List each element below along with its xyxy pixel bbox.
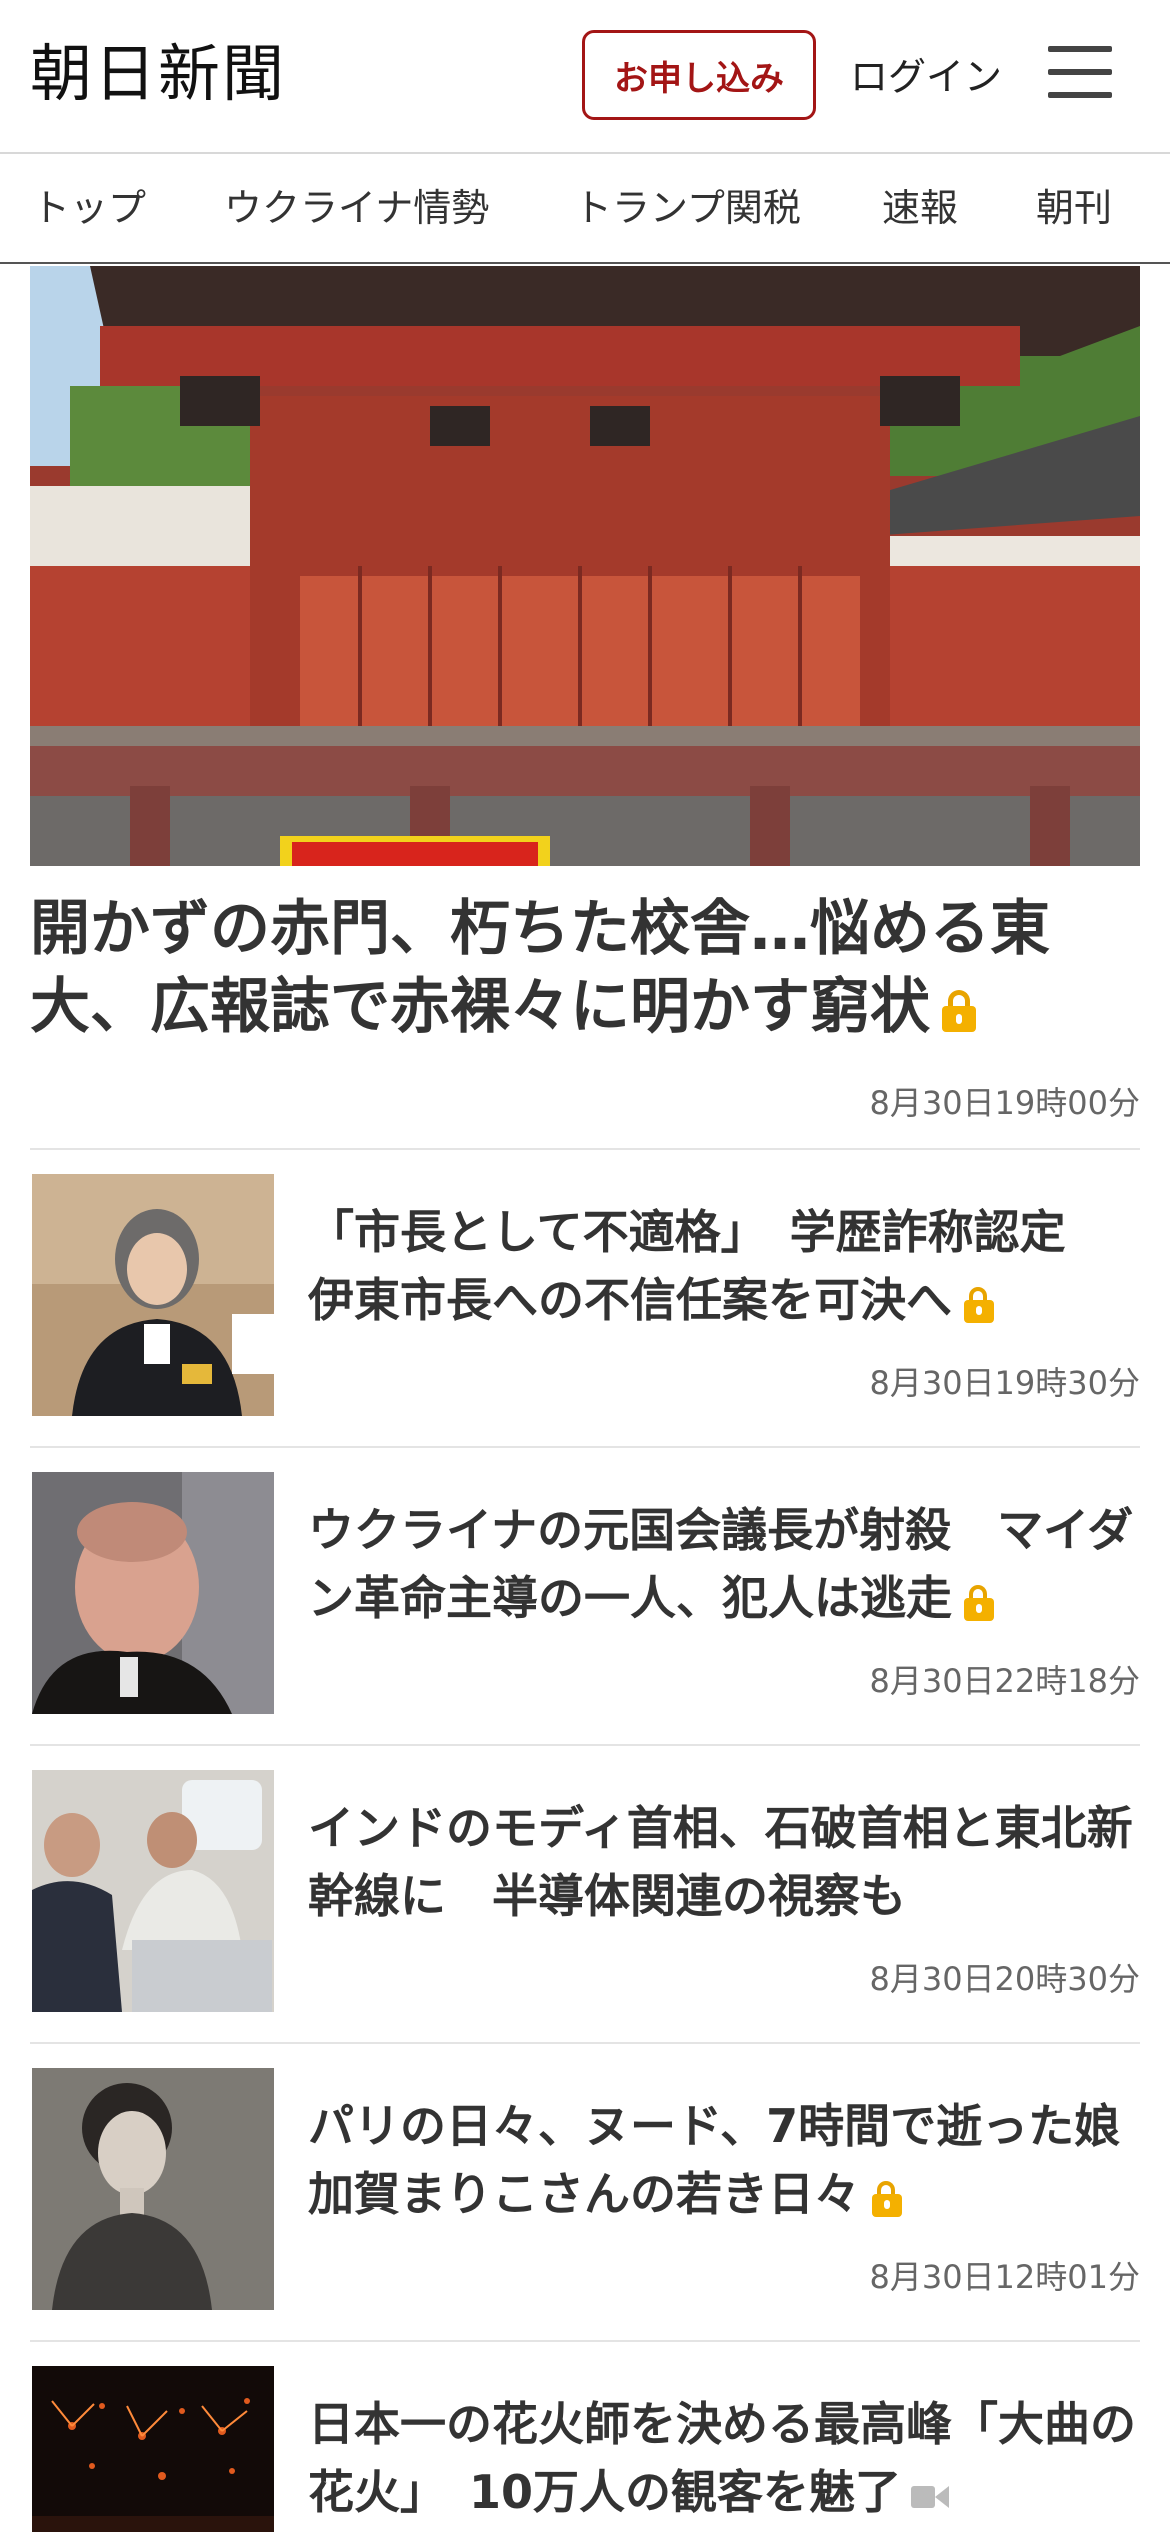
hamburger-menu-icon[interactable]	[1048, 44, 1112, 100]
login-link[interactable]: ログイン	[850, 38, 1002, 108]
lock-icon	[940, 988, 978, 1033]
video-icon	[911, 2482, 951, 2510]
article-headline: インドのモディ首相、石破首相と東北新幹線に 半導体関連の視察も	[308, 1801, 1133, 1923]
lock-icon	[962, 1285, 994, 1323]
list-item[interactable]: パリの日々、ヌード、7時間で逝った娘 加賀まりこさんの若き日々 8月30日12時…	[30, 2044, 1166, 2340]
article-timestamp: 8月30日12時01分	[869, 2258, 1140, 2296]
list-item[interactable]: 日本一の花火師を決める最高峰「大曲の花火」 10万人の観客を魅了	[30, 2342, 1140, 2532]
list-item[interactable]: 「市長として不適格」 学歴詐称認定 伊東市長への不信任案を可決へ 8月30日19…	[30, 1150, 1140, 1446]
list-item[interactable]: ウクライナの元国会議長が射殺 マイダン革命主導の一人、犯人は逃走 8月30日22…	[30, 1448, 1140, 1744]
site-logo[interactable]: 朝日新聞	[30, 34, 286, 114]
article-thumbnail	[32, 1174, 274, 1416]
article-thumbnail	[32, 2068, 274, 2310]
hero-headline-text: 開かずの赤門、朽ちた校舎…悩める東大、広報誌で赤裸々に明かす窮状	[30, 894, 1050, 1042]
hero-image[interactable]	[30, 266, 1140, 866]
tab-morning-edition[interactable]: 朝刊	[1036, 174, 1112, 242]
hero-timestamp: 8月30日19時00分	[869, 1084, 1140, 1122]
subscribe-button[interactable]: お申し込み	[582, 30, 816, 120]
article-timestamp: 8月30日20時30分	[869, 1960, 1140, 1998]
article-timestamp: 8月30日19時30分	[869, 1364, 1140, 1402]
site-header: 朝日新聞 お申し込み ログイン	[0, 0, 1170, 152]
article-headline: ウクライナの元国会議長が射殺 マイダン革命主導の一人、犯人は逃走	[308, 1503, 1134, 1625]
article-headline: 日本一の花火師を決める最高峰「大曲の花火」 10万人の観客を魅了	[308, 2397, 1136, 2519]
category-nav: トップ ウクライナ情勢 トランプ関税 速報 朝刊	[0, 152, 1170, 264]
article-timestamp: 8月30日22時18分	[869, 1662, 1140, 1700]
article-thumbnail	[32, 2366, 274, 2532]
article-headline: パリの日々、ヌード、7時間で逝った娘 加賀まりこさんの若き日々	[308, 2099, 1167, 2221]
list-item[interactable]: インドのモディ首相、石破首相と東北新幹線に 半導体関連の視察も 8月30日20時…	[30, 1746, 1140, 2042]
tab-breaking[interactable]: 速報	[882, 174, 958, 242]
article-thumbnail	[32, 1472, 274, 1714]
article-thumbnail	[32, 1770, 274, 2012]
lock-icon	[962, 1583, 994, 1621]
lock-icon	[870, 2179, 902, 2217]
article-headline: 「市長として不適格」 学歴詐称認定 伊東市長への不信任案を可決へ	[308, 1205, 1112, 1327]
hero-headline[interactable]: 開かずの赤門、朽ちた校舎…悩める東大、広報誌で赤裸々に明かす窮状	[30, 890, 1140, 1046]
tab-top[interactable]: トップ	[32, 174, 146, 242]
tab-trump-tariffs[interactable]: トランプ関税	[574, 174, 801, 242]
tab-ukraine[interactable]: ウクライナ情勢	[224, 174, 489, 242]
